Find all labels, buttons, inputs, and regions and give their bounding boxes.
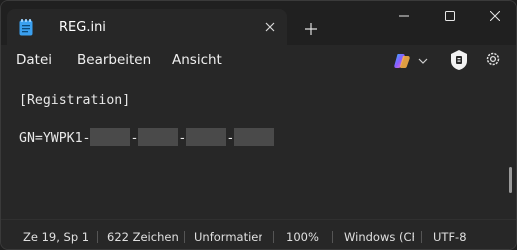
chevron-down-icon[interactable] <box>418 56 428 66</box>
close-window-button[interactable] <box>472 1 516 31</box>
editor-line: [Registration] <box>19 93 131 108</box>
divider <box>97 231 98 243</box>
minimize-icon <box>399 15 409 17</box>
scrollbar[interactable] <box>509 167 512 193</box>
divider <box>421 231 422 243</box>
line-ending-status[interactable]: Windows (CF <box>344 230 414 244</box>
zoom-level[interactable]: 100% <box>286 230 319 244</box>
format-status[interactable]: Unformatier <box>194 230 262 244</box>
notepad-window: REG.ini Datei Bearbeiten Ansicht [Regist… <box>0 0 517 250</box>
menu-view[interactable]: Ansicht <box>172 52 222 68</box>
cursor-position: Ze 19, Sp 1 <box>23 230 90 244</box>
tab-close-button[interactable] <box>261 18 279 36</box>
divider <box>332 231 333 243</box>
text-editor[interactable]: [Registration] GN=YWPK1- - - - <box>1 77 516 219</box>
character-count: 622 Zeichen <box>107 230 179 244</box>
title-bar: REG.ini <box>1 1 516 45</box>
status-bar: Ze 19, Sp 1 622 Zeichen Unformatier 100%… <box>1 219 516 249</box>
maximize-icon <box>445 11 455 21</box>
redacted-block <box>234 128 275 146</box>
serial-separator: - <box>226 131 235 146</box>
close-icon <box>489 10 501 22</box>
encoding-status[interactable]: UTF-8 <box>433 230 467 244</box>
divider <box>273 231 274 243</box>
copilot-badge-icon[interactable] <box>449 49 469 71</box>
serial-separator: - <box>130 131 139 146</box>
close-icon <box>265 22 275 32</box>
redacted-block <box>138 128 179 146</box>
gear-icon[interactable] <box>484 50 502 68</box>
tab-title: REG.ini <box>59 20 106 35</box>
plus-icon <box>305 23 317 35</box>
notepad-icon <box>19 19 33 36</box>
serial-prefix: GN=YWPK1- <box>19 131 91 146</box>
menu-bar: Datei Bearbeiten Ansicht <box>1 45 516 77</box>
copilot-icon[interactable] <box>393 52 411 70</box>
divider <box>184 231 185 243</box>
serial-separator: - <box>178 131 187 146</box>
menu-file[interactable]: Datei <box>16 52 52 68</box>
tab-reg-ini[interactable]: REG.ini <box>7 9 287 45</box>
editor-line: GN=YWPK1- - - - <box>19 128 275 146</box>
minimize-button[interactable] <box>381 1 427 31</box>
menu-edit[interactable]: Bearbeiten <box>77 52 151 68</box>
maximize-button[interactable] <box>427 1 473 31</box>
redacted-block <box>186 128 227 146</box>
new-tab-button[interactable] <box>301 18 321 38</box>
redacted-block <box>90 128 131 146</box>
